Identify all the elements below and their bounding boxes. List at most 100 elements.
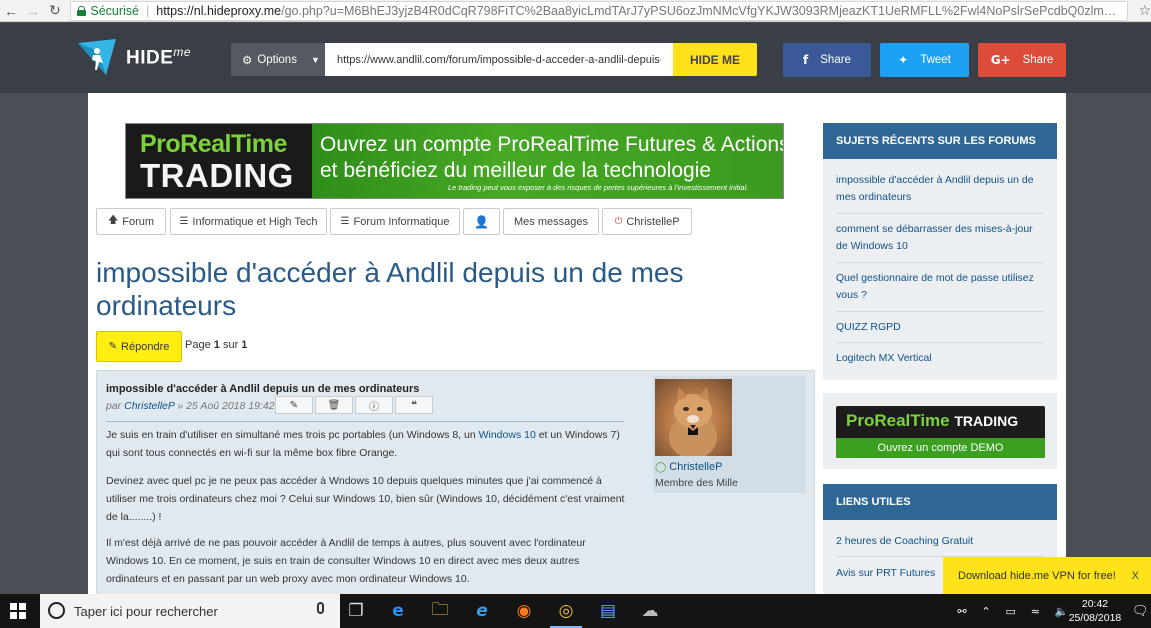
forward-arrow-icon[interactable]: → [22, 0, 44, 22]
screen: ← → ↻ Sécurisé | https://nl.hideproxy.me… [0, 0, 1151, 628]
address-bar[interactable]: Sécurisé | https://nl.hideproxy.me /go.p… [70, 0, 1128, 21]
clock-date: 25/08/2018 [1068, 612, 1122, 624]
taskbar-search-box[interactable]: Taper ici pour rechercher [40, 594, 340, 628]
url-host: https://nl.hideproxy.me [156, 3, 282, 18]
online-status-icon: ◯ [655, 462, 667, 473]
nav-logout-button[interactable]: ⏻ ChristelleP [602, 208, 692, 235]
system-tray: ⚯ ⌃ ▭ ≈ 🔈 [950, 594, 1076, 628]
sidebar-prorealtime-ad[interactable]: ProRealTime TRADING Ouvrez un compte DEM… [836, 406, 1045, 458]
hideme-logo[interactable]: HIDEme [76, 37, 191, 77]
thread-title: impossible d'accéder à Andlil depuis un … [96, 257, 684, 321]
banner-brand-block: ProRealTime TRADING [126, 124, 312, 198]
reply-button[interactable]: ✎ Répondre [96, 331, 182, 362]
edit-post-button[interactable]: ✎ [275, 396, 313, 414]
twitter-icon: ✦ [898, 53, 909, 67]
url-path: /go.php?u=M6BhEJ3yjzB4R0dCqR798FiTC%2Baa… [281, 3, 1121, 18]
nav-informatique-label: Informatique et High Tech [192, 215, 318, 228]
recent-topic-link[interactable]: QUIZZ RGPD [836, 319, 1046, 336]
reload-icon[interactable]: ↻ [44, 0, 66, 22]
nav-forum-label: Forum [122, 215, 155, 228]
post-title[interactable]: impossible d'accéder à Andlil depuis un … [106, 383, 419, 395]
vpn-download-toast[interactable]: Download hide.me VPN for free! X [943, 557, 1151, 594]
chrome-icon[interactable]: ◎ [546, 594, 586, 628]
app-icon[interactable]: ▤ [588, 594, 628, 628]
twitter-tweet-button[interactable]: ✦ Tweet [880, 43, 969, 77]
wifi-icon[interactable]: ≈ [1031, 605, 1040, 618]
quote-post-button[interactable]: ❝ [395, 396, 433, 414]
volume-icon[interactable]: 🔈 [1055, 605, 1069, 618]
avatar[interactable] [655, 379, 732, 456]
vpn-toast-text: Download hide.me VPN for free! [958, 569, 1116, 582]
nav-forum-informatique-button[interactable]: ☰ Forum Informatique [330, 208, 460, 235]
battery-icon[interactable]: ▭ [1006, 605, 1016, 618]
divider [836, 213, 1044, 214]
useful-link[interactable]: 2 heures de Coaching Gratuit [836, 533, 1046, 550]
close-icon[interactable]: X [1132, 570, 1139, 582]
bookmark-star-icon[interactable]: ☆ [1128, 2, 1151, 19]
post-paragraph-1: Je suis en train d'utiliser en simultané… [106, 429, 620, 459]
cat-avatar-image [669, 387, 717, 456]
hideme-logo-text: HIDEme [126, 44, 192, 69]
report-post-button[interactable]: ⓘ [355, 396, 393, 414]
banner-headline-2: et bénéficiez du meilleur de la technolo… [320, 159, 712, 182]
windows-10-link[interactable]: Windows 10 [479, 429, 536, 441]
post-author-link[interactable]: ChristelleP [124, 400, 174, 412]
prorealtime-banner-ad[interactable]: ProRealTime TRADING Ouvrez un compte Pro… [125, 123, 784, 199]
divider [836, 342, 1044, 343]
options-dropdown[interactable]: ⚙ Options ▼ [231, 43, 325, 76]
recent-topic-link[interactable]: comment se débarrasser des mises-à-jour … [836, 221, 1046, 255]
caret-down-icon: ▼ [310, 54, 320, 65]
edge-icon[interactable]: e [378, 594, 418, 628]
edit-icon: ✎ [108, 341, 118, 352]
nav-mes-messages-button[interactable]: Mes messages [503, 208, 599, 235]
sidebar-ad-cta: Ouvrez un compte DEMO [836, 438, 1045, 458]
banner-headline-1: Ouvrez un compte ProRealTime Futures & A… [320, 133, 784, 156]
taskbar-clock[interactable]: 20:42 25/08/2018 [1068, 597, 1122, 625]
post-divider [106, 421, 624, 422]
file-explorer-icon[interactable]: 🗀 [420, 594, 460, 628]
lock-icon [77, 5, 87, 16]
hideme-logo-icon [78, 39, 116, 75]
windows-start-icon[interactable] [10, 603, 26, 619]
firefox-icon[interactable]: ◉ [504, 594, 544, 628]
author-name[interactable]: ◯ ChristelleP [655, 461, 722, 473]
list-icon: ☰ [179, 216, 189, 227]
sidebar-ad-brand: ProRealTime TRADING [846, 411, 1019, 430]
cortana-search-icon [48, 602, 65, 619]
internet-explorer-icon[interactable]: e [462, 594, 502, 628]
proxy-url-input[interactable] [325, 43, 673, 76]
nav-forum-button[interactable]: 🡅 Forum [96, 208, 166, 235]
quote-icon: ❝ [411, 399, 417, 411]
info-icon: ⓘ [369, 401, 379, 413]
forum-post: impossible d'accéder à Andlil depuis un … [96, 370, 815, 596]
nav-informatique-high-tech-button[interactable]: ☰ Informatique et High Tech [170, 208, 327, 235]
delete-post-button[interactable]: 🗑 [315, 396, 353, 414]
arrow-up-icon: 🡅 [107, 215, 119, 226]
edit-icon: ✎ [289, 399, 299, 411]
microphone-icon[interactable] [317, 602, 324, 614]
pagination-info: Page 1 sur 1 [185, 339, 248, 351]
nav-user-label: ChristelleP [626, 215, 680, 228]
chevron-up-icon[interactable]: ⌃ [981, 605, 990, 618]
back-arrow-icon[interactable]: ← [0, 0, 22, 22]
people-icon[interactable]: ⚯ [957, 605, 966, 618]
google-plus-icon: G+ [990, 53, 1011, 67]
options-label: Options [257, 53, 297, 66]
google-plus-share-button[interactable]: G+ Share [978, 43, 1066, 77]
notification-center-icon[interactable]: 🗨 [1132, 604, 1149, 619]
task-view-icon[interactable]: ❐ [336, 594, 376, 628]
banner-disclaimer: Le trading peut vous exposer à des risqu… [448, 183, 749, 192]
facebook-share-button[interactable]: f Share [783, 43, 871, 77]
banner-brand-trading: TRADING [140, 157, 294, 194]
app-icon[interactable]: ☁ [630, 594, 670, 628]
proxy-header: HIDEme ⚙ Options ▼ HIDE ME f Share ✦ Tweet… [0, 23, 1151, 93]
facebook-icon: f [803, 53, 809, 67]
recent-topic-link[interactable]: impossible d'accéder à Andlil depuis un … [836, 172, 1046, 206]
recent-topic-link[interactable]: Quel gestionnaire de mot de passe utilis… [836, 270, 1046, 304]
hide-me-button[interactable]: HIDE ME [673, 43, 757, 76]
browser-toolbar: ← → ↻ Sécurisé | https://nl.hideproxy.me… [0, 0, 1151, 22]
nav-user-profile-button[interactable]: 👤 [463, 208, 500, 235]
list-icon: ☰ [340, 216, 350, 227]
user-icon: 👤 [474, 214, 489, 229]
recent-topic-link[interactable]: Logitech MX Vertical [836, 350, 1046, 367]
